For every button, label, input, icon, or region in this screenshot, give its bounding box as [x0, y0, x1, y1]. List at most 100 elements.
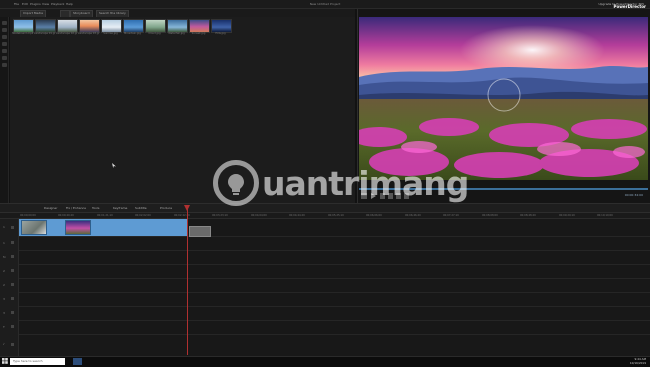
- media-room-icon[interactable]: [2, 21, 7, 25]
- transition-room-icon[interactable]: [2, 56, 7, 60]
- library-thumb-label: Skateboard.mp4: [12, 32, 33, 35]
- ruler-tick: 00;00;00;00: [20, 214, 36, 217]
- library-thumb-label: Landscape 02.jpg: [56, 32, 77, 35]
- ghost-clip[interactable]: [189, 226, 211, 237]
- room-tabs: [0, 17, 9, 203]
- preview-image: [359, 17, 648, 180]
- designer-button[interactable]: Designer: [44, 206, 57, 211]
- lock-icon[interactable]: [11, 343, 14, 346]
- menu-playback[interactable]: Playback: [51, 0, 64, 8]
- taskbar-clock[interactable]: 9:44 AM 10/16/2019: [630, 357, 646, 365]
- fix-enhance-button[interactable]: Fix / Enhance: [66, 206, 86, 211]
- lock-icon[interactable]: [11, 283, 14, 286]
- track-header: 1: [0, 236, 19, 250]
- library-thumb[interactable]: [167, 19, 188, 33]
- track-header: 2: [0, 278, 19, 292]
- library-thumb[interactable]: [189, 19, 210, 33]
- track-header: 3: [0, 292, 19, 306]
- preview-timecode: 00:00:34:00: [624, 193, 643, 197]
- ruler-tick: 00;06;46;20: [405, 214, 421, 217]
- track-header: ♪: [0, 334, 19, 356]
- lightbulb-icon: [228, 174, 244, 195]
- menu-plugins[interactable]: Plugins: [30, 0, 41, 8]
- lock-icon[interactable]: [11, 241, 14, 244]
- windows-start-icon[interactable]: [2, 358, 8, 364]
- lock-icon[interactable]: [11, 226, 14, 229]
- track-label: 3: [3, 297, 5, 301]
- clip-thumbnail: [21, 220, 47, 235]
- ruler-tick: 00;09;29;10: [559, 214, 575, 217]
- playhead[interactable]: [187, 205, 188, 355]
- timeline-tracks: 1 1 fx 2 2 3 3 T ♪: [0, 219, 650, 357]
- library-thumb-label: Landscape 01.jpg: [34, 32, 55, 35]
- title-room-icon[interactable]: [2, 49, 7, 53]
- ruler-tick: 00;00;40;20: [58, 214, 74, 217]
- track-header: 1: [0, 219, 19, 236]
- watermark-text: uantrimang: [262, 164, 469, 203]
- menu-edit[interactable]: Edit: [22, 0, 28, 8]
- tools-button[interactable]: Tools: [92, 206, 99, 211]
- library-thumb-label: Landscape 03.jpg: [78, 32, 99, 35]
- menu-view[interactable]: View: [42, 0, 49, 8]
- keyframe-button[interactable]: Keyframe: [113, 206, 127, 211]
- lock-icon[interactable]: [11, 325, 14, 328]
- music-track[interactable]: ♪: [0, 334, 650, 357]
- audio-track[interactable]: 2: [0, 278, 650, 293]
- ruler-tick: 00;05;25;10: [328, 214, 344, 217]
- library-thumb[interactable]: [35, 19, 56, 33]
- ruler-tick: 00;01;21;10: [97, 214, 113, 217]
- library-thumb-label: Mountain.jpg: [124, 32, 141, 35]
- lock-icon[interactable]: [11, 297, 14, 300]
- track-label: 1: [3, 241, 5, 245]
- menu-file[interactable]: File: [14, 0, 19, 8]
- video-clip[interactable]: [19, 219, 188, 236]
- library-thumb-label: Waterfall.jpg: [168, 32, 185, 35]
- lock-icon[interactable]: [11, 269, 14, 272]
- library-thumb[interactable]: [13, 19, 34, 33]
- library-thumb[interactable]: [123, 19, 144, 33]
- library-thumb[interactable]: [79, 19, 100, 33]
- effects-room-icon[interactable]: [2, 28, 7, 32]
- library-thumb[interactable]: [57, 19, 78, 33]
- video-track[interactable]: 2: [0, 264, 650, 279]
- lock-icon[interactable]: [11, 255, 14, 258]
- library-thumb-label: Hills.jpg: [215, 32, 226, 35]
- library-thumb[interactable]: [211, 19, 232, 33]
- menu-help[interactable]: Help: [66, 0, 73, 8]
- track-label: 1: [3, 225, 5, 229]
- subtitle-button[interactable]: Subtitle: [135, 206, 147, 211]
- library-thumb[interactable]: [145, 19, 166, 33]
- video-track[interactable]: 3: [0, 292, 650, 307]
- library-thumb-label: Cloud.jpg: [148, 32, 161, 35]
- library-toolbar: Import Media Storyboard Search the libra…: [0, 9, 355, 18]
- audio-mixing-icon[interactable]: [2, 63, 7, 67]
- taskbar-search-input[interactable]: Type here to search: [10, 358, 65, 365]
- timeline-toolbar: Designer Fix / Enhance Tools Keyframe Su…: [0, 203, 650, 213]
- audio-track[interactable]: 3: [0, 306, 650, 321]
- library-thumb[interactable]: [101, 19, 122, 33]
- produce-button[interactable]: Produce: [160, 206, 172, 211]
- track-label: T: [3, 325, 5, 329]
- particle-room-icon[interactable]: [2, 42, 7, 46]
- title-track[interactable]: T: [0, 320, 650, 335]
- preview-screen[interactable]: [359, 17, 648, 180]
- ruler-tick: 00;03;23;10: [212, 214, 228, 217]
- effect-track[interactable]: fx: [0, 250, 650, 265]
- pip-room-icon[interactable]: [2, 35, 7, 39]
- track-header: fx: [0, 250, 19, 264]
- library-thumb-label: Sunset.jpg: [191, 32, 206, 35]
- ruler-tick: 00;02;02;00: [135, 214, 151, 217]
- track-label: 2: [3, 283, 5, 287]
- powerdirector-taskbar-icon[interactable]: [73, 358, 82, 365]
- clock-date: 10/16/2019: [629, 361, 646, 365]
- ruler-tick: 00;04;04;00: [251, 214, 267, 217]
- track-label: 3: [3, 311, 5, 315]
- track-label: fx: [3, 255, 6, 259]
- ruler-tick: 00;04;44;20: [289, 214, 305, 217]
- clip-thumbnail: [65, 220, 91, 235]
- ruler-tick: 00;06;06;00: [366, 214, 382, 217]
- title-bar: File Edit Plugins View Playback Help New…: [0, 0, 650, 9]
- track-header: 3: [0, 306, 19, 320]
- audio-track[interactable]: 1: [0, 236, 650, 251]
- lock-icon[interactable]: [11, 311, 14, 314]
